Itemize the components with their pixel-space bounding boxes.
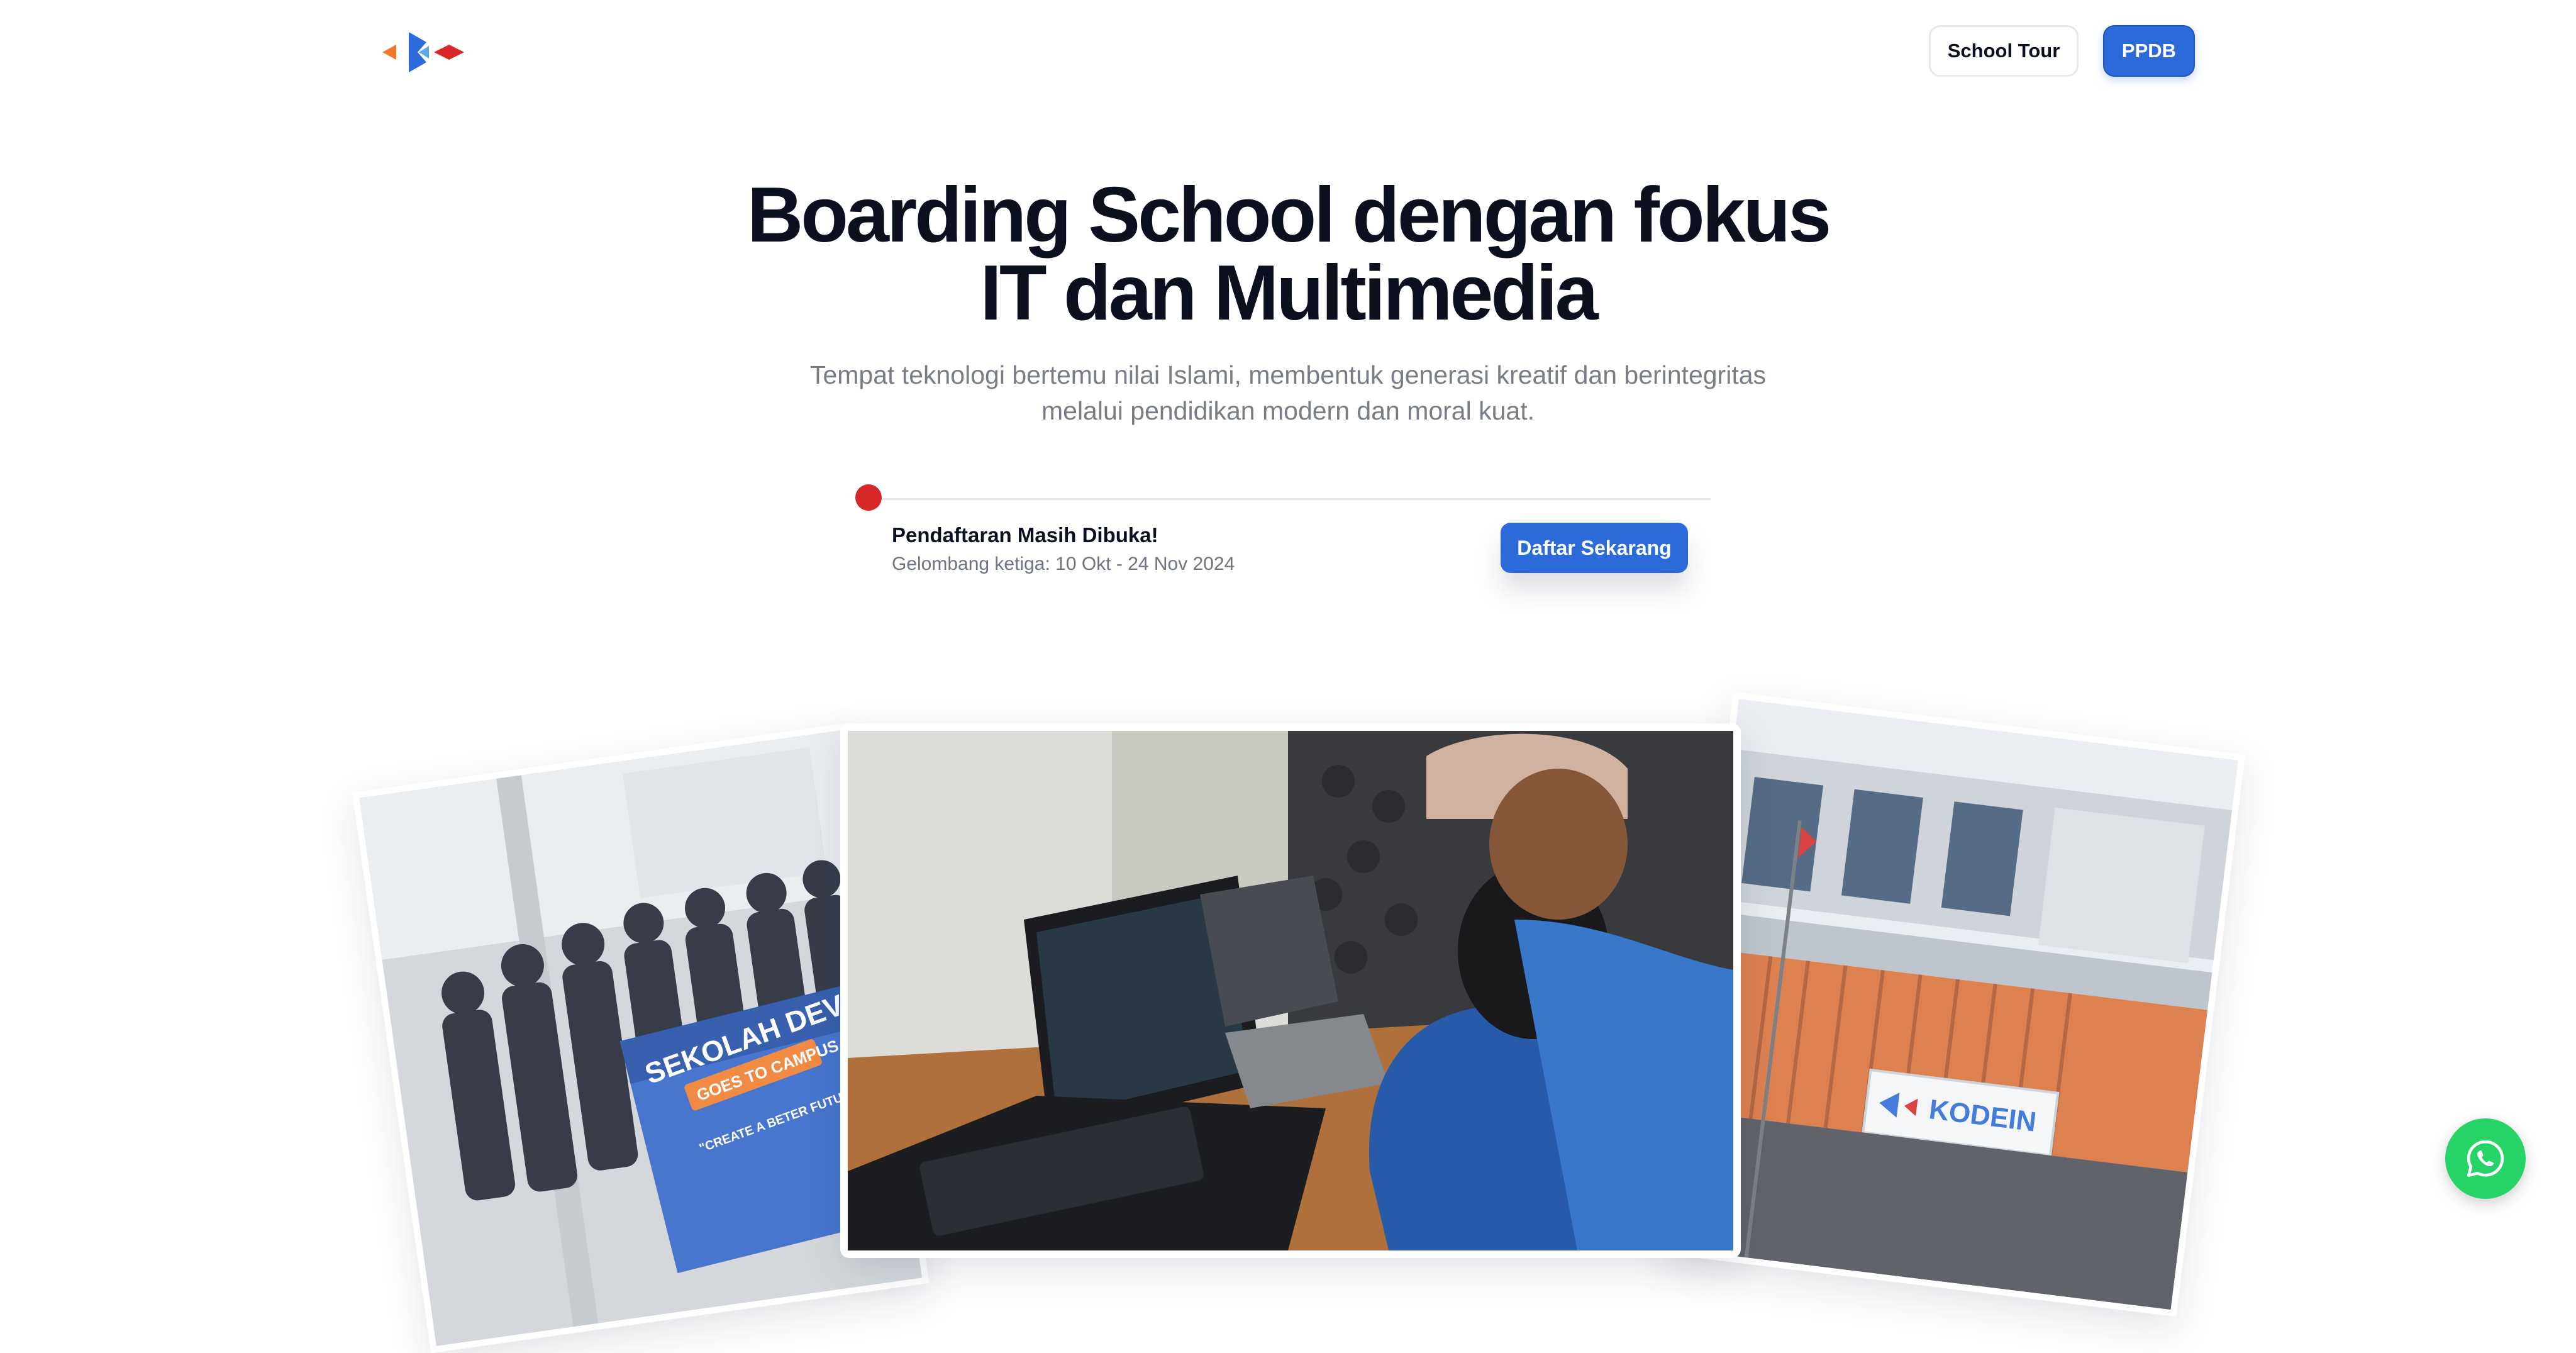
notice-title: Pendaftaran Masih Dibuka!: [892, 523, 1158, 547]
building-photo: KODEIN: [1671, 699, 2238, 1310]
kodein-logo[interactable]: [382, 30, 464, 75]
notice-period: Gelombang ketiga: 10 Okt - 24 Nov 2024: [892, 554, 1235, 574]
register-now-button[interactable]: Daftar Sekarang: [1501, 523, 1688, 573]
students-photo: SEKOLAH DEVELOPER IN GOES TO CAMPUS "CRE…: [359, 729, 923, 1346]
hero-subtitle-line-1: Tempat teknologi bertemu nilai Islami, m…: [809, 360, 1767, 389]
classroom-photo: [848, 731, 1733, 1250]
hero-title: Boarding School dengan fokus IT dan Mult…: [0, 176, 2576, 332]
hero-title-line-1: Boarding School dengan fokus: [747, 172, 1832, 259]
hero-title-line-2: IT dan Multimedia: [980, 250, 1598, 337]
school-tour-button[interactable]: School Tour: [1929, 25, 2079, 77]
timeline-line: [868, 498, 1711, 500]
whatsapp-button[interactable]: [2445, 1118, 2526, 1199]
photo-card-building: KODEIN: [1664, 692, 2245, 1317]
hero-subtitle: Tempat teknologi bertemu nilai Islami, m…: [755, 357, 1821, 429]
status-dot: [855, 484, 882, 511]
whatsapp-icon: [2467, 1140, 2504, 1178]
hero-subtitle-line-2: melalui pendidikan modern dan moral kuat…: [1041, 396, 1535, 425]
photo-card-classroom: [840, 723, 1741, 1258]
ppdb-button[interactable]: PPDB: [2103, 25, 2195, 77]
